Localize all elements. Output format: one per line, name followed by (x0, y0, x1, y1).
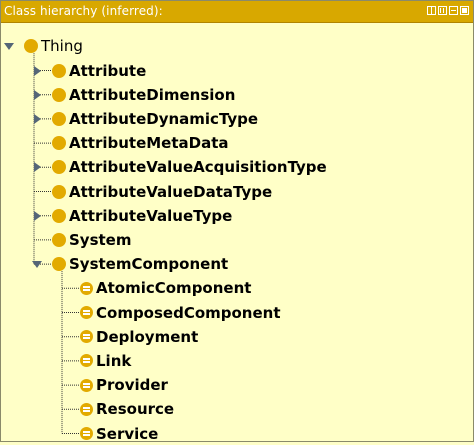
collapse-arrow-icon[interactable] (32, 261, 42, 269)
tree-node-label: System (69, 230, 132, 249)
tree-node-system-component[interactable]: SystemComponent (52, 253, 228, 275)
class-hierarchy-panel: Class hierarchy (inferred): Thing Attribu… (0, 0, 474, 443)
class-icon (52, 111, 66, 126)
class-icon (52, 257, 66, 272)
minimize-icon[interactable] (449, 6, 458, 15)
tree-node-attribute-meta-data[interactable]: AttributeMetaData (52, 132, 229, 154)
tree-node-atomic-component[interactable]: AtomicComponent (80, 277, 251, 299)
tree-node-thing[interactable]: Thing (24, 35, 83, 57)
defined-class-icon (80, 354, 93, 368)
tree-node-label: AtomicComponent (96, 279, 252, 298)
tree-node-attribute-dynamic-type[interactable]: AttributeDynamicType (52, 108, 258, 130)
expand-arrow-icon[interactable] (34, 162, 41, 173)
tree-node-system[interactable]: System (52, 229, 131, 251)
class-icon (52, 232, 66, 247)
defined-class-icon (80, 378, 93, 392)
tree-node-attribute[interactable]: Attribute (52, 60, 146, 82)
tree-node-label: AttributeDimension (69, 85, 236, 104)
tree-node-attribute-value-data-type[interactable]: AttributeValueDataType (52, 181, 272, 203)
tree-node-attribute-dimension[interactable]: AttributeDimension (52, 84, 235, 106)
tree-node-label: AttributeValueDataType (69, 182, 273, 201)
class-icon (52, 184, 66, 199)
tree-node-provider[interactable]: Provider (80, 374, 168, 396)
tree-node-label: Link (96, 351, 132, 370)
panel-window-buttons (427, 6, 469, 15)
class-icon (52, 136, 66, 151)
tree-node-label: Resource (96, 400, 175, 419)
tree-node-label: ComposedComponent (96, 303, 281, 322)
expand-arrow-icon[interactable] (34, 113, 41, 124)
defined-class-icon (80, 281, 93, 295)
tree-node-label: SystemComponent (69, 255, 229, 274)
class-icon (52, 63, 66, 78)
class-icon (24, 39, 38, 54)
tree-node-label: Provider (96, 376, 168, 395)
defined-class-icon (80, 330, 93, 344)
maximize-icon[interactable] (460, 6, 469, 15)
defined-class-icon (80, 427, 93, 440)
tree-node-service[interactable]: Service (80, 423, 158, 445)
tree-node-resource[interactable]: Resource (80, 398, 174, 420)
class-icon (52, 208, 66, 223)
class-tree: Thing Attribute AttributeDimension Attribut… (1, 23, 473, 443)
tree-node-label: AttributeValueAcquisitionType (69, 158, 327, 177)
defined-class-icon (80, 402, 93, 416)
tree-node-deployment[interactable]: Deployment (80, 326, 198, 348)
tree-node-attribute-value-type[interactable]: AttributeValueType (52, 205, 232, 227)
collapse-arrow-icon[interactable] (4, 43, 14, 51)
panel-titlebar: Class hierarchy (inferred): (1, 1, 473, 23)
class-icon (52, 160, 66, 175)
tree-node-link[interactable]: Link (80, 350, 131, 372)
tree-node-label: Service (96, 424, 159, 443)
expand-arrow-icon[interactable] (34, 210, 41, 221)
class-icon (52, 87, 66, 102)
defined-class-icon (80, 306, 93, 319)
tree-node-label: Thing (41, 37, 83, 56)
tree-node-attribute-value-acquisition-type[interactable]: AttributeValueAcquisitionType (52, 156, 327, 178)
tree-node-label: AttributeDynamicType (69, 109, 259, 128)
tree-node-label: AttributeValueType (69, 206, 233, 225)
tree-node-label: Deployment (96, 327, 199, 346)
tree-node-composed-component[interactable]: ComposedComponent (80, 302, 281, 324)
columns-view-icon[interactable] (438, 6, 447, 15)
panel-title: Class hierarchy (inferred): (4, 4, 163, 18)
tree-node-label: Attribute (69, 61, 147, 80)
split-view-icon[interactable] (427, 6, 436, 15)
expand-arrow-icon[interactable] (34, 65, 41, 76)
tree-node-label: AttributeMetaData (69, 134, 229, 153)
expand-arrow-icon[interactable] (34, 89, 41, 100)
